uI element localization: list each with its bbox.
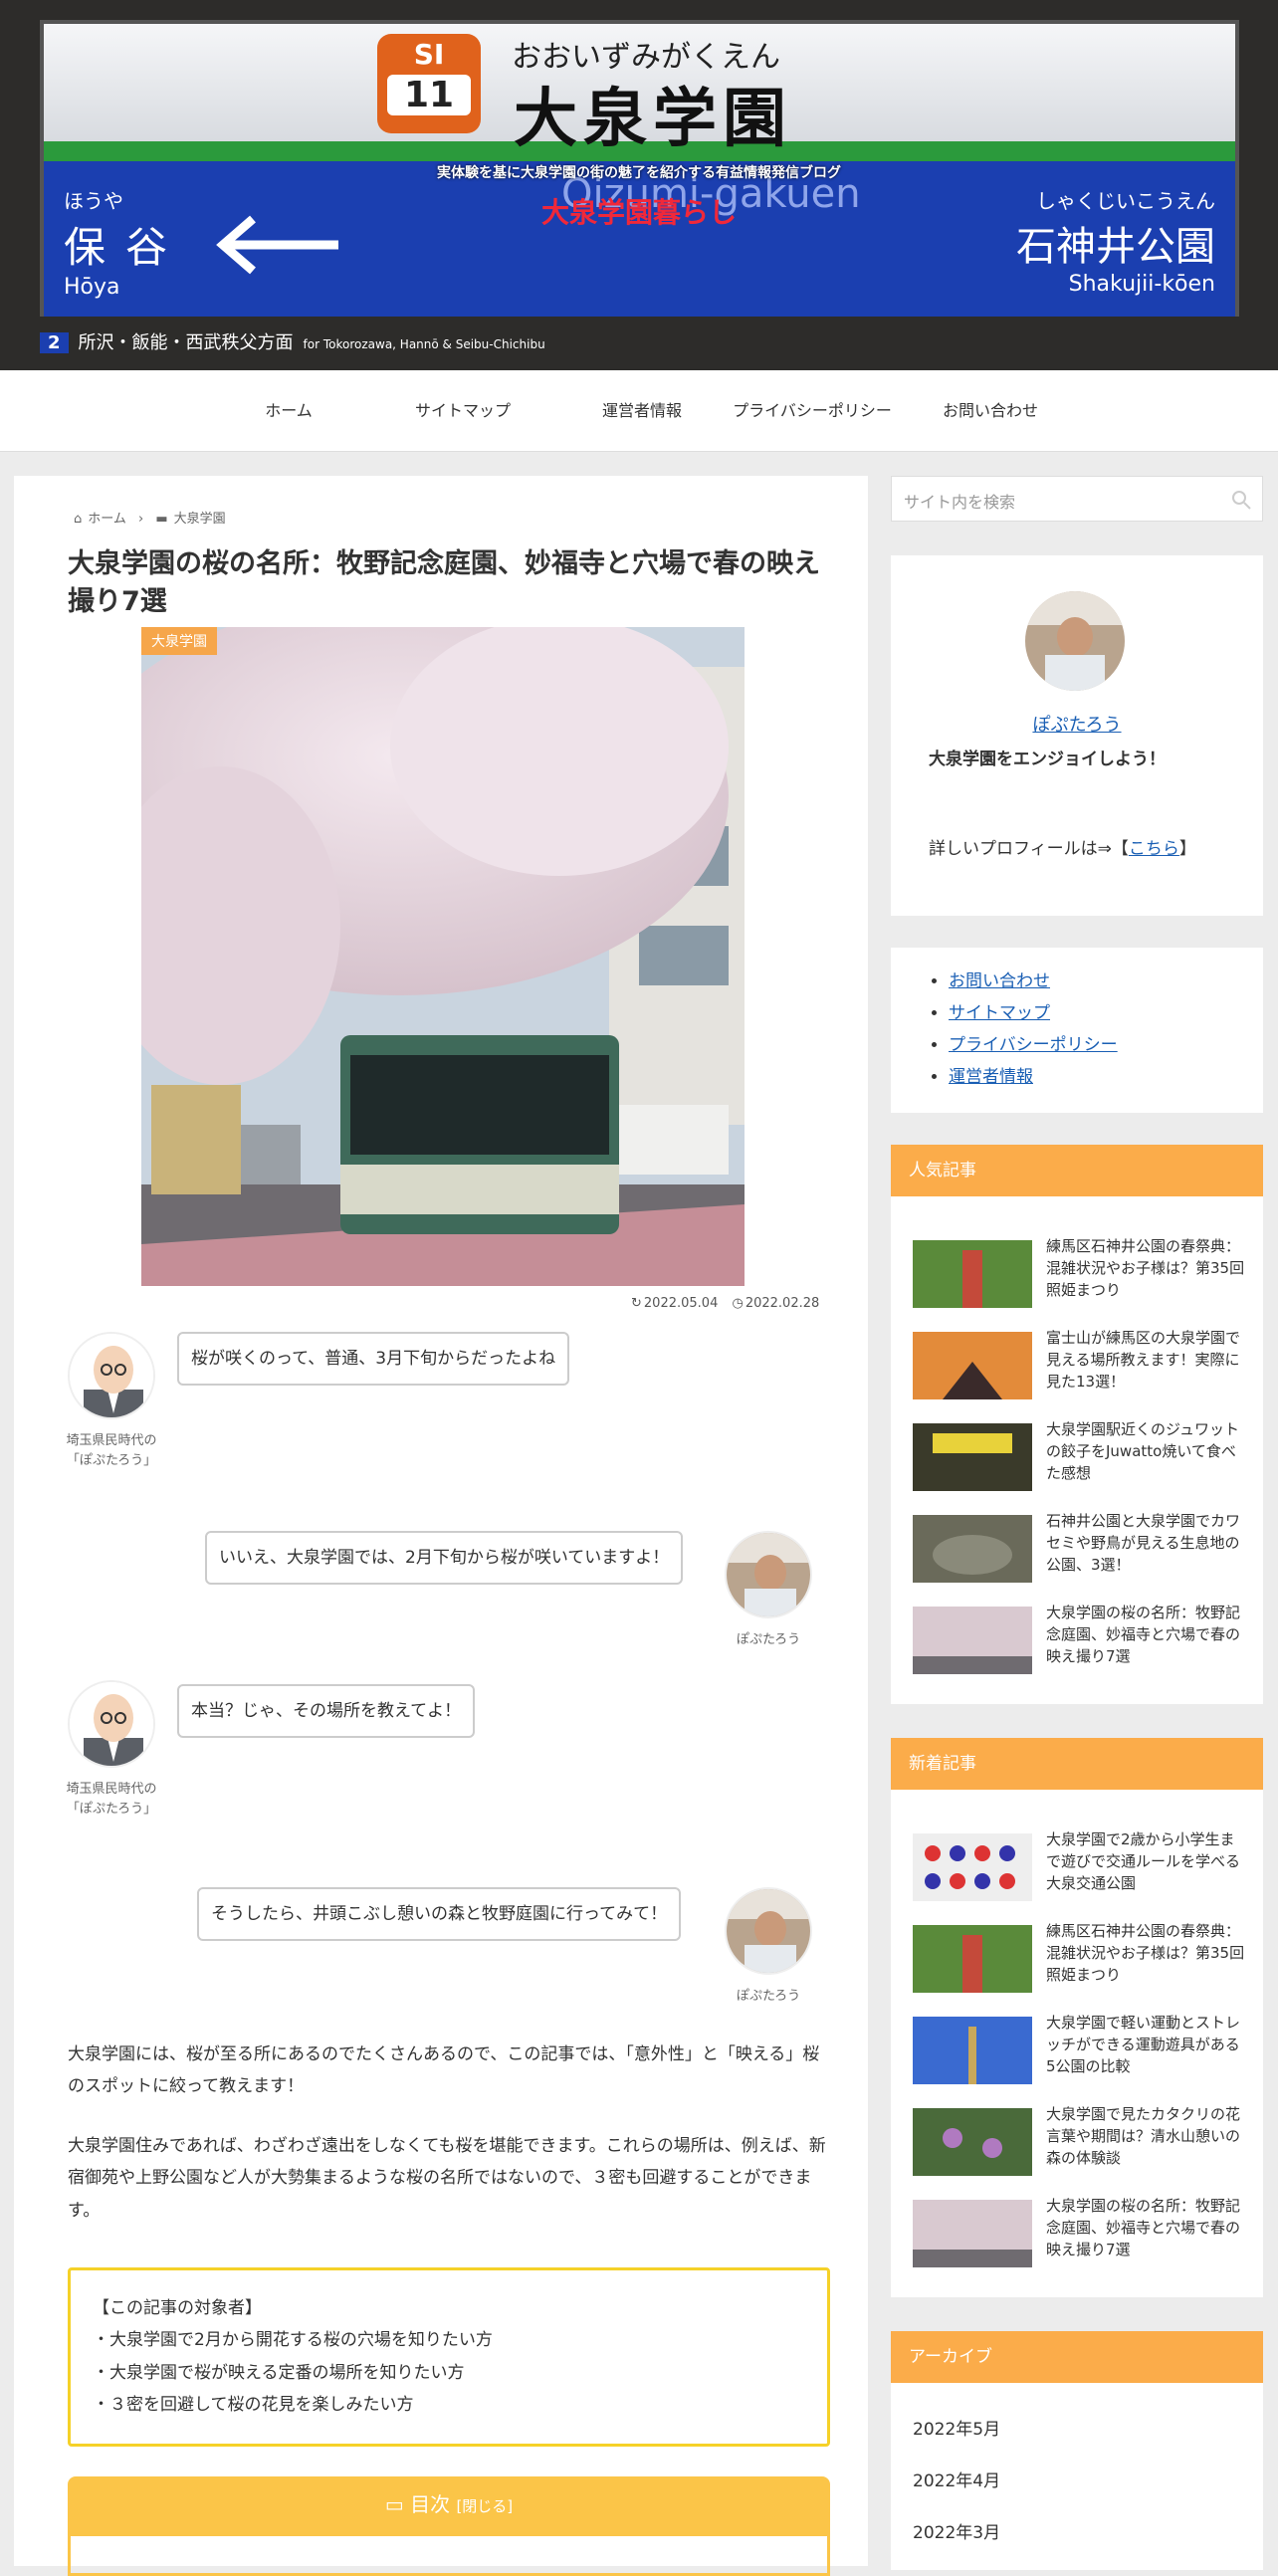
profile-name[interactable]: ぽぷたろう bbox=[1032, 715, 1121, 736]
site-header: SI 11 おおいずみがくえん 大泉学園 Oizumi-gakuen ほうや 保… bbox=[0, 0, 1278, 370]
intro-paragraph: 大泉学園には、桜が至る所にあるのでたくさんあるので、この記事では、「意外性」と「… bbox=[68, 2044, 820, 2097]
recent-widget: 新着記事 大泉学園で2歳から小学生まで遊びで交通ルールを学べる大泉交通公園 練馬… bbox=[891, 1738, 1263, 2297]
update-icon: ↻ bbox=[631, 1296, 642, 1311]
article-thumbnail[interactable] bbox=[913, 1607, 1032, 1674]
recent-article[interactable]: 大泉学園で見たカタクリの花言葉や期間は？清水山憩いの森の体験談 bbox=[913, 2104, 1251, 2184]
profile-more: 詳しいプロフィールは⇒【こちら】 bbox=[929, 839, 1196, 859]
station-number-badge: SI 11 bbox=[377, 34, 481, 133]
article-thumbnail[interactable] bbox=[913, 2017, 1032, 2084]
archive-item[interactable]: 2022年4月 bbox=[913, 2467, 1000, 2491]
post-dates: ↻ 2022.05.04 ◷ 2022.02.28 bbox=[631, 1296, 820, 1311]
archive-item[interactable]: 2022年5月 bbox=[913, 2415, 1000, 2440]
avatar-past bbox=[68, 1332, 155, 1419]
popular-article[interactable]: 大泉学園駅近くのジュワットの餃子をJuwatto焼いて食べた感想 bbox=[913, 1419, 1251, 1499]
global-nav: ホーム サイトマップ 運営者情報 プライバシーポリシー お問い合わせ bbox=[0, 370, 1278, 452]
search-icon[interactable] bbox=[1230, 489, 1252, 511]
toc-header: ▭ 目次 [閉じる] bbox=[68, 2476, 830, 2536]
article-title: 大泉学園の桜の名所：牧野記念庭園、妙福寺と穴場で春の映え撮り7選 bbox=[68, 548, 820, 617]
article-thumbnail[interactable] bbox=[913, 2108, 1032, 2176]
recent-article[interactable]: 大泉学園で軽い運動とストレッチができる運動遊具がある5公園の比較 bbox=[913, 2013, 1251, 2092]
widget-heading: アーカイブ bbox=[891, 2331, 1263, 2383]
category-label[interactable]: 大泉学園 bbox=[141, 627, 217, 655]
profile-link[interactable]: こちら bbox=[1129, 839, 1179, 859]
article-thumbnail[interactable] bbox=[913, 1240, 1032, 1308]
target-reader-box: 【この記事の対象者】 ・大泉学園で2月から開花する桜の穴場を知りたい方 ・大泉学… bbox=[68, 2267, 830, 2447]
avatar-past bbox=[68, 1680, 155, 1768]
article-thumbnail[interactable] bbox=[913, 2200, 1032, 2267]
nav-home[interactable]: ホーム bbox=[229, 370, 348, 452]
article-card: ⌂ ホーム › ▬ 大泉学園 大泉学園の桜の名所：牧野記念庭園、妙福寺と穴場で春の映… bbox=[14, 476, 868, 2576]
article-thumbnail[interactable] bbox=[913, 1423, 1032, 1491]
widget-heading: 人気記事 bbox=[891, 1145, 1263, 1196]
chevron-right-icon: › bbox=[138, 512, 144, 527]
archive-widget: アーカイブ 2022年5月 2022年4月 2022年3月 bbox=[891, 2331, 1263, 2570]
popular-article[interactable]: 大泉学園の桜の名所：牧野記念庭園、妙福寺と穴場で春の映え撮り7選 bbox=[913, 1603, 1251, 1682]
nav-operator[interactable]: 運営者情報 bbox=[582, 370, 702, 452]
nav-sitemap[interactable]: サイトマップ bbox=[398, 370, 528, 452]
popular-article[interactable]: 富士山が練馬区の大泉学園で見える場所教えます！実際に見た13選！ bbox=[913, 1328, 1251, 1407]
toc-toggle[interactable]: [閉じる] bbox=[456, 2497, 513, 2515]
recent-article[interactable]: 大泉学園で2歳から小学生まで遊びで交通ルールを学べる大泉交通公園 bbox=[913, 1829, 1251, 1909]
article-thumbnail[interactable] bbox=[913, 1515, 1032, 1583]
recent-article[interactable]: 練馬区石神井公園の春祭典：混雑状況やお子様は？第35回照姫まつり bbox=[913, 1921, 1251, 2001]
link-operator[interactable]: 運営者情報 bbox=[949, 1067, 1033, 1087]
profile-avatar bbox=[1025, 591, 1125, 691]
archive-item[interactable]: 2022年3月 bbox=[913, 2518, 1000, 2543]
article-thumbnail[interactable] bbox=[913, 1833, 1032, 1901]
station-kanji: 大泉学園 bbox=[514, 83, 792, 156]
popular-article[interactable]: 練馬区石神井公園の春祭典：混雑状況やお子様は？第35回照姫まつり bbox=[913, 1236, 1251, 1316]
folder-icon: ▬ bbox=[155, 512, 168, 527]
toc-body bbox=[68, 2536, 830, 2576]
intro-paragraph-2: 大泉学園住みであれば、わざわざ遠出をしなくても桜を堪能できます。これらの場所は、… bbox=[68, 2136, 826, 2221]
folder-icon: ▭ bbox=[384, 2492, 404, 2516]
article-thumbnail[interactable] bbox=[913, 1925, 1032, 1993]
link-sitemap[interactable]: サイトマップ bbox=[949, 1003, 1050, 1023]
platform-direction: 2 所沢・飯能・西武秩父方面 for Tokorozawa, Hannō & Sei… bbox=[40, 328, 545, 354]
balloon-text: そうしたら、井頭こぶし憩いの森と牧野庭園に行ってみて！ bbox=[197, 1887, 682, 1941]
balloon-text: いいえ、大泉学園では、2月下旬から桜が咲いていますよ！ bbox=[205, 1531, 684, 1585]
link-privacy[interactable]: プライバシーポリシー bbox=[949, 1035, 1118, 1055]
balloon-text: 本当？じゃ、その場所を教えてよ！ bbox=[177, 1684, 476, 1738]
breadcrumb-home[interactable]: ホーム bbox=[88, 512, 126, 527]
nav-contact[interactable]: お問い合わせ bbox=[931, 370, 1050, 452]
balloon-text: 桜が咲くのって、普通、3月下旬からだったよね bbox=[177, 1332, 570, 1386]
article-thumbnail[interactable] bbox=[913, 1332, 1032, 1399]
site-title[interactable]: 大泉学園暮らし bbox=[0, 191, 1278, 231]
popular-widget: 人気記事 練馬区石神井公園の春祭典：混雑状況やお子様は？第35回照姫まつり 富士… bbox=[891, 1145, 1263, 1704]
link-contact[interactable]: お問い合わせ bbox=[949, 971, 1050, 991]
profile-widget: ぽぷたろう 大泉学園をエンジョイしよう！ 詳しいプロフィールは⇒【こちら】 bbox=[891, 555, 1263, 916]
popular-article[interactable]: 石神井公園と大泉学園でカワセミや野鳥が見える生息地の公園、3選！ bbox=[913, 1511, 1251, 1591]
avatar-author bbox=[725, 1887, 812, 1975]
breadcrumb: ⌂ ホーム › ▬ 大泉学園 bbox=[74, 508, 226, 527]
recent-article[interactable]: 大泉学園の桜の名所：牧野記念庭園、妙福寺と穴場で春の映え撮り7選 bbox=[913, 2196, 1251, 2275]
home-icon: ⌂ bbox=[74, 512, 83, 527]
eyecatch-image: 大泉学園 bbox=[141, 627, 745, 1286]
site-tagline: 実体験を基に大泉学園の街の魅了を紹介する有益情報発信ブログ bbox=[437, 165, 841, 181]
links-widget: お問い合わせ サイトマップ プライバシーポリシー 運営者情報 bbox=[891, 948, 1263, 1113]
avatar-author bbox=[725, 1531, 812, 1618]
search-input[interactable]: サイト内を検索 bbox=[891, 476, 1263, 522]
clock-icon: ◷ bbox=[732, 1296, 744, 1311]
profile-tagline: 大泉学園をエンジョイしよう！ bbox=[929, 750, 1166, 769]
nav-privacy[interactable]: プライバシーポリシー bbox=[725, 370, 900, 452]
widget-heading: 新着記事 bbox=[891, 1738, 1263, 1790]
breadcrumb-category[interactable]: 大泉学園 bbox=[174, 512, 226, 527]
